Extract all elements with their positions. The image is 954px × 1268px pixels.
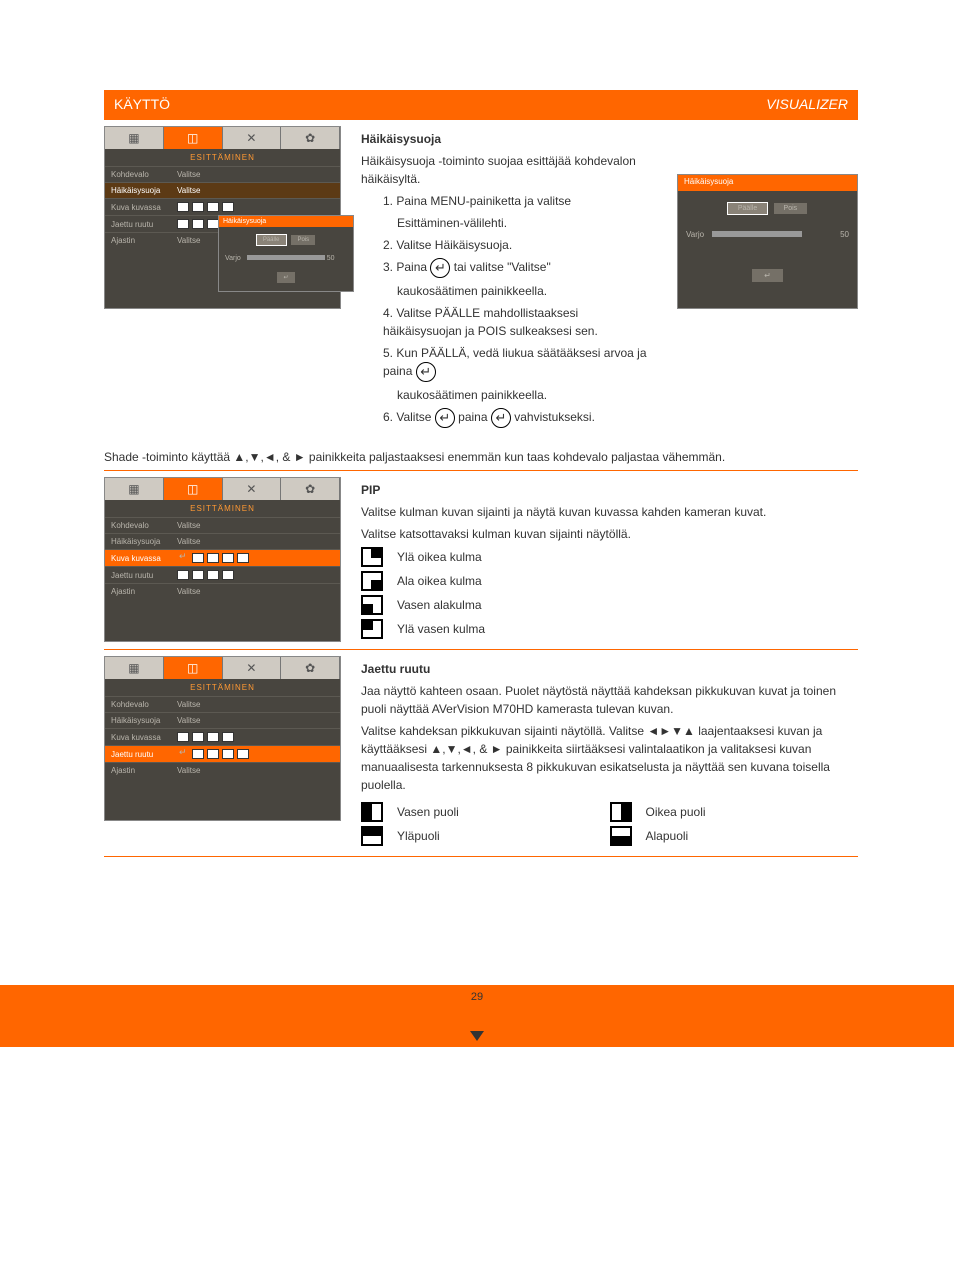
sec2-title: PIP bbox=[361, 481, 858, 499]
osd-popup-small: Häikäisysuoja Päälle Pois Varjo 50 bbox=[218, 215, 354, 292]
sec1-title: Häikäisysuoja bbox=[361, 130, 657, 148]
page-number: 29 bbox=[471, 991, 483, 1003]
tab-present[interactable]: ◫ bbox=[164, 478, 223, 500]
tab-settings[interactable]: ✿ bbox=[281, 127, 340, 149]
pip-br-icon bbox=[361, 571, 383, 591]
section-header: KÄYTTÖ VISUALIZER bbox=[104, 90, 858, 120]
header-right: VISUALIZER bbox=[766, 96, 848, 112]
pip-tl-icon bbox=[361, 619, 383, 639]
tab-image[interactable]: ▦ bbox=[105, 127, 164, 149]
sec1-intro: Häikäisysuoja -toiminto suojaa esittäjää… bbox=[361, 152, 657, 188]
divider bbox=[104, 470, 858, 471]
btn-confirm-icon[interactable]: ↵ bbox=[277, 272, 294, 283]
slider-shade-large[interactable] bbox=[712, 231, 802, 237]
split-left-icon bbox=[361, 802, 383, 822]
btn-off[interactable]: Pois bbox=[291, 235, 315, 245]
tab-present[interactable]: ◫ bbox=[164, 127, 223, 149]
pip-tr-icon bbox=[361, 547, 383, 567]
osd-tabs: ▦ ◫ ✕ ✿ bbox=[105, 127, 340, 149]
footer-triangle-icon bbox=[470, 1031, 484, 1041]
tab-tools[interactable]: ✕ bbox=[223, 657, 282, 679]
osd-panel-3: ▦ ◫ ✕ ✿ ESITTÄMINEN KohdevaloValitse Häi… bbox=[104, 656, 341, 821]
osd-panel-2: ▦ ◫ ✕ ✿ ESITTÄMINEN KohdevaloValitse Häi… bbox=[104, 477, 341, 642]
pip-bl-icon bbox=[361, 595, 383, 615]
enter-icon: ↵ bbox=[435, 408, 455, 428]
split-bottom-icon bbox=[610, 826, 632, 846]
shade-note: Shade -toiminto käyttää ▲,▼,◄, & ► paini… bbox=[104, 450, 858, 464]
tab-image[interactable]: ▦ bbox=[105, 657, 164, 679]
osd-title: ESITTÄMINEN bbox=[105, 149, 340, 166]
split-right-icon bbox=[610, 802, 632, 822]
enter-icon: ↵ bbox=[491, 408, 511, 428]
header-left: KÄYTTÖ bbox=[114, 96, 170, 112]
btn-confirm-large[interactable]: ↵ bbox=[752, 269, 783, 282]
tab-present[interactable]: ◫ bbox=[164, 657, 223, 679]
split-top-icon bbox=[361, 826, 383, 846]
slider-shade[interactable] bbox=[247, 255, 325, 260]
btn-off-large[interactable]: Pois bbox=[774, 203, 808, 214]
btn-on-large[interactable]: Päälle bbox=[728, 203, 767, 214]
page-footer: 29 bbox=[0, 985, 954, 1047]
tab-settings[interactable]: ✿ bbox=[281, 478, 340, 500]
enter-icon: ↵ bbox=[416, 362, 436, 382]
tab-tools[interactable]: ✕ bbox=[223, 127, 282, 149]
enter-icon: ↵ bbox=[430, 258, 450, 278]
divider bbox=[104, 649, 858, 650]
osd-panel-1: ▦ ◫ ✕ ✿ ESITTÄMINEN KohdevaloValitse Häi… bbox=[104, 126, 341, 309]
divider bbox=[104, 856, 858, 857]
osd-popup-large: Häikäisysuoja Päälle Pois Varjo 50 ↵ bbox=[677, 174, 858, 309]
tab-image[interactable]: ▦ bbox=[105, 478, 164, 500]
btn-on[interactable]: Päälle bbox=[257, 235, 286, 245]
sec3-title: Jaettu ruutu bbox=[361, 660, 858, 678]
tab-tools[interactable]: ✕ bbox=[223, 478, 282, 500]
tab-settings[interactable]: ✿ bbox=[281, 657, 340, 679]
